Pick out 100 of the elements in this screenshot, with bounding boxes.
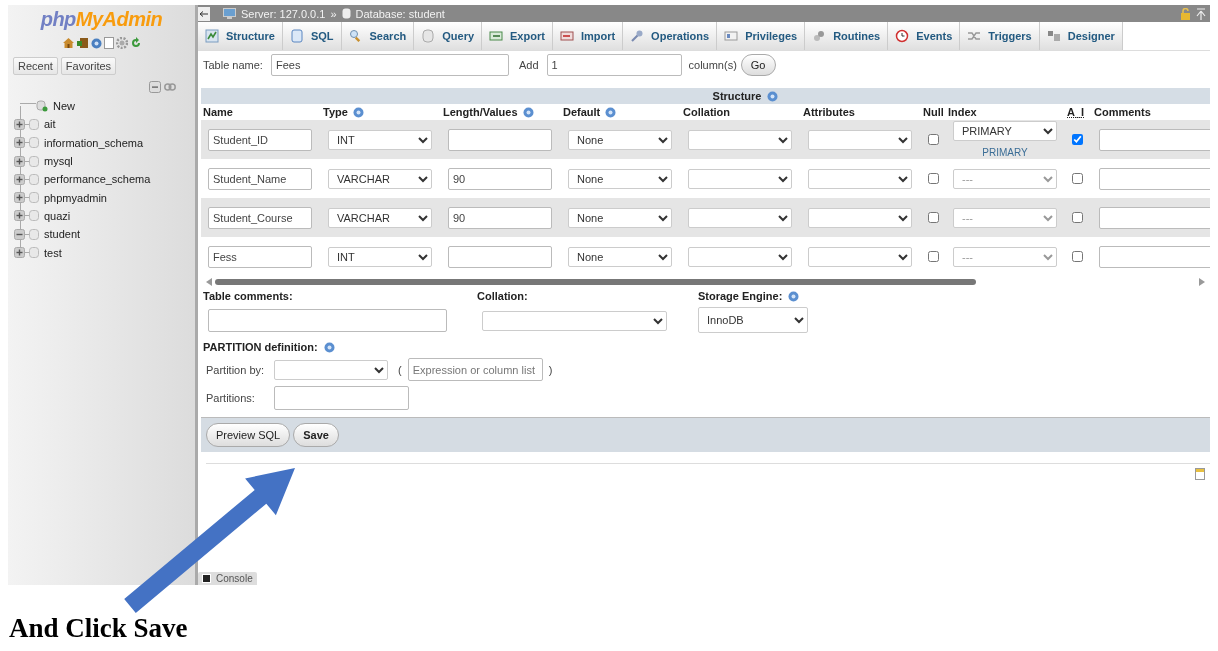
tree-item[interactable]: mysql	[44, 155, 73, 168]
tab[interactable]: Routines	[805, 22, 889, 50]
null-checkbox[interactable]	[928, 251, 939, 262]
tab[interactable]: Search	[341, 22, 415, 50]
expression-field[interactable]: Expression or column list	[407, 358, 543, 381]
plus-icon[interactable]	[14, 247, 25, 258]
plus-icon[interactable]	[14, 155, 25, 167]
index-select[interactable]: PRIMARY	[953, 121, 1057, 141]
length-field[interactable]	[448, 128, 552, 151]
type-select[interactable]: INT	[328, 129, 432, 150]
partitions-field[interactable]	[274, 386, 409, 410]
column-name-field[interactable]: Student_Course	[208, 206, 312, 229]
collation-select[interactable]	[688, 246, 792, 267]
tab[interactable]: Privileges	[717, 22, 806, 50]
table-comments-field[interactable]	[208, 309, 447, 332]
auto-increment-checkbox[interactable]	[1072, 173, 1083, 184]
comments-field[interactable]	[1099, 245, 1210, 268]
attributes-select[interactable]	[808, 246, 912, 267]
tab[interactable]: Query	[414, 22, 483, 50]
default-select[interactable]: None	[568, 129, 672, 150]
tree-item[interactable]: quazi	[44, 209, 71, 222]
sidebar-tab[interactable]: Favorites	[60, 57, 117, 75]
scroll-left-icon[interactable]	[206, 278, 212, 286]
attributes-select[interactable]	[808, 207, 912, 228]
type-select[interactable]: INT	[328, 246, 432, 267]
type-select[interactable]: VARCHAR	[328, 207, 432, 228]
help-icon[interactable]	[767, 90, 779, 102]
attributes-select[interactable]	[808, 168, 912, 189]
document-icon[interactable]	[103, 37, 114, 49]
collapse-all-icon[interactable]	[149, 81, 161, 93]
tree-item[interactable]: phpmyadmin	[44, 191, 107, 204]
sidebar-tab[interactable]: Recent	[13, 57, 58, 75]
tree-item[interactable]: information_schema	[44, 136, 144, 149]
collation-select[interactable]	[688, 168, 792, 189]
tab[interactable]: Import	[552, 22, 624, 50]
collation-select[interactable]	[482, 311, 667, 331]
default-select[interactable]: None	[568, 207, 672, 228]
column-name-field[interactable]: Fess	[208, 245, 312, 268]
tab[interactable]: Operations	[623, 22, 718, 50]
null-checkbox[interactable]	[928, 212, 939, 223]
help-icon[interactable]	[522, 106, 534, 118]
plus-icon[interactable]	[14, 118, 25, 130]
auto-increment-checkbox[interactable]	[1072, 212, 1083, 223]
help-icon[interactable]	[788, 290, 800, 302]
comments-field[interactable]	[1099, 128, 1210, 151]
tab[interactable]: Events	[888, 22, 961, 50]
minus-icon[interactable]	[14, 228, 25, 240]
link-icon[interactable]	[164, 83, 176, 91]
scroll-right-icon[interactable]	[1199, 278, 1205, 286]
tab[interactable]: Triggers	[960, 22, 1040, 50]
plus-icon[interactable]	[14, 192, 25, 204]
plus-icon[interactable]	[14, 137, 25, 149]
attributes-select[interactable]	[808, 129, 912, 150]
plus-icon[interactable]	[14, 210, 25, 222]
table-name-field[interactable]: Fees	[270, 54, 509, 76]
partition-by-select[interactable]	[274, 359, 388, 380]
column-name-field[interactable]: Student_ID	[208, 128, 312, 151]
lock-icon[interactable]	[1180, 7, 1191, 20]
console-tab[interactable]: Console	[198, 572, 257, 585]
help-icon[interactable]	[323, 341, 335, 353]
tree-item[interactable]: New	[53, 100, 75, 113]
tab[interactable]: Export	[482, 22, 553, 50]
gear-icon[interactable]	[115, 37, 128, 49]
comments-field[interactable]	[1099, 167, 1210, 190]
tree-item[interactable]: performance_schema	[44, 173, 151, 186]
form-button[interactable]: Save	[293, 423, 339, 447]
plus-icon[interactable]	[14, 173, 25, 185]
type-select[interactable]: VARCHAR	[328, 168, 432, 189]
length-field[interactable]: 90	[448, 167, 552, 190]
document-icon[interactable]	[1195, 468, 1205, 480]
default-select[interactable]: None	[568, 168, 672, 189]
new-database-icon[interactable]	[36, 100, 48, 113]
null-checkbox[interactable]	[928, 134, 939, 145]
collation-select[interactable]	[688, 129, 792, 150]
help-icon[interactable]	[352, 106, 364, 118]
tab[interactable]: Structure	[198, 22, 283, 50]
tab[interactable]: Designer	[1039, 22, 1123, 50]
exit-icon[interactable]	[76, 37, 89, 49]
tree-item[interactable]: test	[44, 246, 62, 259]
tab[interactable]: SQL	[282, 22, 342, 50]
storage-engine-select[interactable]: InnoDB	[698, 307, 808, 333]
tree-item[interactable]: ait	[44, 118, 56, 131]
collation-select[interactable]	[688, 207, 792, 228]
help-icon[interactable]	[605, 106, 617, 118]
go-button[interactable]: Go	[740, 54, 776, 76]
default-select[interactable]: None	[568, 246, 672, 267]
auto-increment-checkbox[interactable]	[1072, 251, 1083, 262]
reload-icon[interactable]	[129, 37, 142, 49]
help-icon[interactable]	[90, 37, 102, 49]
tree-item[interactable]: student	[44, 228, 81, 241]
collapse-icon[interactable]	[1196, 7, 1206, 20]
comments-field[interactable]	[1099, 206, 1210, 229]
form-button[interactable]: Preview SQL	[206, 423, 291, 447]
column-name-field[interactable]: Student_Name	[208, 167, 312, 190]
auto-increment-checkbox[interactable]	[1072, 134, 1083, 145]
length-field[interactable]	[448, 245, 552, 268]
null-checkbox[interactable]	[928, 173, 939, 184]
scrollbar-thumb[interactable]	[215, 279, 976, 285]
column-count-field[interactable]: 1	[546, 54, 682, 76]
home-icon[interactable]	[61, 37, 75, 49]
